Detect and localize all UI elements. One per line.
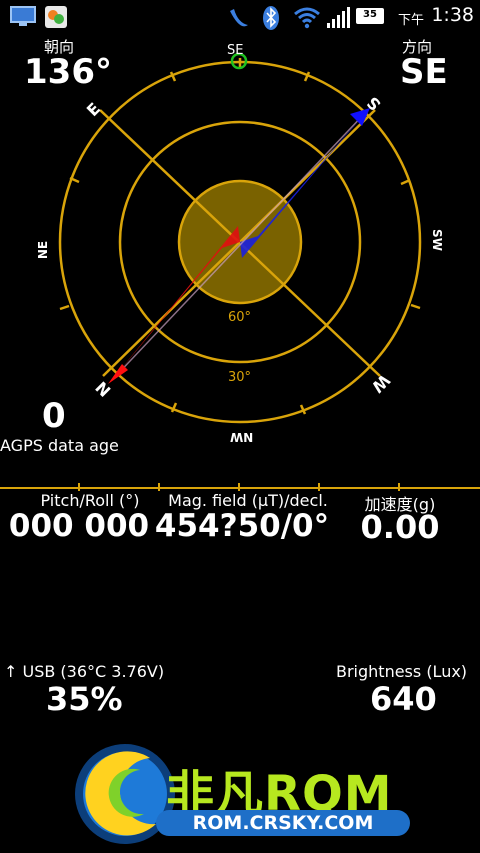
divider-tick	[238, 483, 240, 491]
watermark-logo: 非凡RQM ROM.CRSKY.COM	[70, 740, 420, 848]
divider-tick	[78, 483, 80, 491]
compass-label-sw: SW	[429, 229, 444, 251]
mag-field-value: 454?50/0°	[154, 508, 330, 544]
divider-tick	[158, 483, 160, 491]
compass-label-top: SE	[227, 43, 244, 58]
accel-value: 0.00	[360, 508, 440, 546]
compass-label-nw: NW	[230, 430, 254, 444]
divider-tick	[318, 483, 320, 491]
brightness-value: 640	[370, 680, 437, 718]
battery-info-label: ↑ USB (36°C 3.76V)	[4, 662, 165, 681]
brightness-label: Brightness (Lux)	[336, 662, 468, 681]
agps-value: 0	[42, 396, 66, 436]
compass-dial	[58, 52, 422, 424]
pitch-roll-value: 000 000	[8, 508, 150, 544]
agps-label: AGPS data age	[0, 436, 119, 455]
compass-ring-60-label: 60°	[228, 310, 252, 325]
divider-tick	[398, 483, 400, 491]
watermark-url: ROM.CRSKY.COM	[192, 812, 374, 834]
compass-label-ne: NE	[36, 240, 51, 260]
battery-info-value: 35%	[46, 680, 123, 718]
needle-north	[112, 226, 240, 380]
divider	[0, 487, 480, 489]
watermark-url-band: ROM.CRSKY.COM	[156, 810, 410, 836]
compass-ring-30-label: 30°	[228, 370, 252, 385]
